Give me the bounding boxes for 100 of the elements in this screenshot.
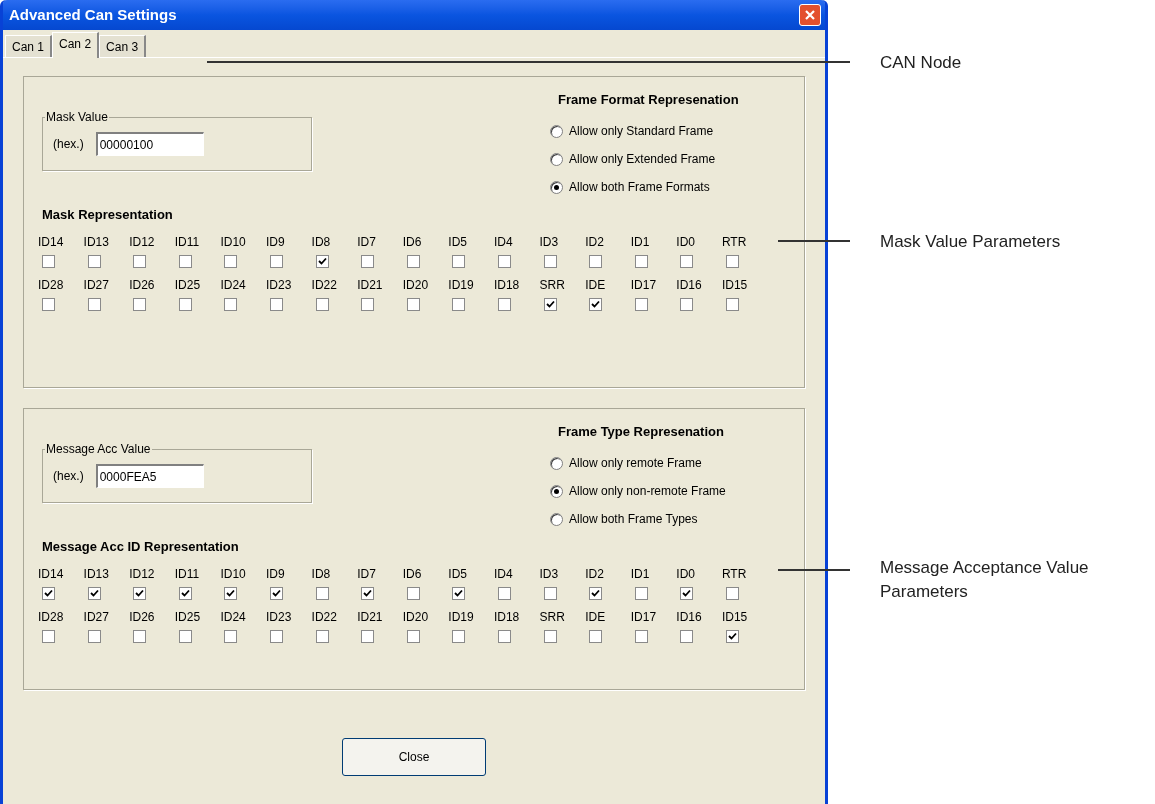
bit-checkbox[interactable]	[178, 254, 192, 268]
bit-checkbox[interactable]	[634, 586, 648, 600]
bit-checkbox[interactable]	[269, 629, 283, 643]
bit-checkbox[interactable]	[315, 629, 329, 643]
bit-checkbox[interactable]	[406, 254, 420, 268]
tab[interactable]: Can 2	[52, 32, 100, 58]
radio-option[interactable]: Allow both Frame Types	[546, 505, 756, 533]
bit-checkbox[interactable]	[497, 254, 511, 268]
bit-checkbox[interactable]	[589, 254, 603, 268]
bit-label: ID0	[676, 566, 695, 581]
close-icon[interactable]	[799, 4, 821, 26]
radio-option[interactable]: Allow only remote Frame	[546, 449, 756, 477]
bit-checkbox[interactable]	[725, 254, 739, 268]
check-icon	[44, 588, 53, 598]
bit-checkbox[interactable]	[224, 586, 238, 600]
bit-checkbox[interactable]	[224, 254, 238, 268]
bit-checkbox[interactable]	[452, 586, 466, 600]
bit-checkbox[interactable]	[680, 629, 694, 643]
bit-checkbox[interactable]	[589, 297, 603, 311]
radio-option[interactable]: Allow only non-remote Frame	[546, 477, 756, 505]
bit-checkbox[interactable]	[42, 586, 55, 600]
bit-label: ID22	[311, 609, 337, 624]
bit-checkbox[interactable]	[634, 297, 648, 311]
bit-checkbox[interactable]	[133, 586, 147, 600]
bit-checkbox[interactable]	[269, 297, 283, 311]
bit-checkbox[interactable]	[133, 629, 147, 643]
bit-checkbox[interactable]	[497, 586, 511, 600]
hex-input-field[interactable]: 00000100	[95, 132, 204, 156]
bit-checkbox[interactable]	[178, 297, 192, 311]
bit-label: RTR	[721, 234, 747, 249]
check-icon	[591, 588, 601, 598]
bit-label: ID2	[585, 566, 604, 581]
bit-checkbox[interactable]	[178, 586, 192, 600]
bit-checkbox[interactable]	[87, 254, 101, 268]
bit-checkbox[interactable]	[725, 586, 739, 600]
radio-option[interactable]: Allow both Frame Formats	[546, 173, 756, 201]
bit-label: ID28	[38, 609, 64, 624]
close-button[interactable]: Close	[342, 738, 486, 776]
radio-option[interactable]: Allow only Standard Frame	[546, 117, 756, 145]
bit-checkbox[interactable]	[452, 297, 466, 311]
bit-label: ID27	[83, 277, 109, 292]
bit-checkbox[interactable]	[589, 586, 603, 600]
bit-checkbox[interactable]	[589, 629, 603, 643]
bit-checkbox[interactable]	[315, 254, 329, 268]
bit-checkbox[interactable]	[87, 297, 101, 311]
annotation-label: CAN Node	[880, 52, 962, 74]
bit-label: ID10	[220, 566, 246, 581]
bit-checkbox[interactable]	[269, 254, 283, 268]
bit-checkbox[interactable]	[361, 297, 375, 311]
bit-checkbox[interactable]	[497, 629, 511, 643]
bit-checkbox[interactable]	[224, 629, 238, 643]
hex-input-field[interactable]: 0000FEA5	[95, 464, 204, 488]
bit-checkbox[interactable]	[406, 586, 420, 600]
bit-checkbox[interactable]	[452, 629, 466, 643]
bit-checkbox[interactable]	[361, 254, 375, 268]
bit-checkbox[interactable]	[543, 586, 557, 600]
leader-line	[778, 240, 850, 242]
bit-label: ID26	[129, 609, 155, 624]
bit-checkbox[interactable]	[133, 297, 147, 311]
bit-checkbox[interactable]	[680, 586, 694, 600]
bit-checkbox[interactable]	[133, 254, 147, 268]
bit-label: ID9	[265, 566, 285, 581]
bit-label: ID26	[129, 277, 155, 292]
bit-checkbox[interactable]	[497, 297, 511, 311]
bit-checkbox[interactable]	[634, 254, 648, 268]
annotation-label: Mask Value Parameters	[880, 231, 1061, 253]
radio-option[interactable]: Allow only Extended Frame	[546, 145, 756, 173]
bit-checkbox[interactable]	[725, 297, 739, 311]
bit-label: ID7	[357, 234, 376, 249]
tab[interactable]: Can 1	[5, 35, 53, 57]
bit-checkbox[interactable]	[87, 586, 101, 600]
bit-checkbox[interactable]	[224, 297, 238, 311]
bit-checkbox[interactable]	[406, 629, 420, 643]
bit-checkbox[interactable]	[315, 586, 329, 600]
tab[interactable]: Can 3	[99, 35, 147, 57]
bit-label: ID12	[129, 566, 155, 581]
bit-checkbox[interactable]	[269, 586, 283, 600]
bit-checkbox[interactable]	[87, 629, 101, 643]
leader-line	[778, 569, 850, 571]
bit-checkbox[interactable]	[42, 297, 55, 311]
bit-checkbox[interactable]	[452, 254, 466, 268]
bit-checkbox[interactable]	[406, 297, 420, 311]
bit-checkbox[interactable]	[361, 586, 375, 600]
bit-label: ID15	[721, 609, 748, 624]
bit-checkbox[interactable]	[543, 297, 557, 311]
bit-checkbox[interactable]	[680, 297, 694, 311]
bit-checkbox[interactable]	[42, 254, 55, 268]
bit-checkbox[interactable]	[315, 297, 329, 311]
bit-checkbox[interactable]	[543, 629, 557, 643]
bit-checkbox[interactable]	[725, 629, 739, 643]
bit-checkbox[interactable]	[680, 254, 694, 268]
bit-checkbox[interactable]	[543, 254, 557, 268]
bit-checkbox[interactable]	[634, 629, 648, 643]
bit-checkbox[interactable]	[42, 629, 55, 643]
bit-label: ID21	[357, 609, 383, 624]
bit-label: ID13	[83, 566, 109, 581]
bit-checkbox[interactable]	[361, 629, 375, 643]
bit-label: ID7	[357, 566, 376, 581]
bit-checkbox[interactable]	[178, 629, 192, 643]
bit-label: ID21	[357, 277, 383, 292]
